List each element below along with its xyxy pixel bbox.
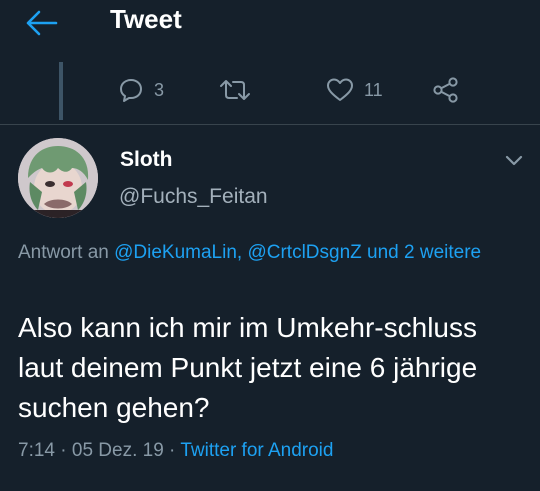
more-recipients-link[interactable]: und 2 weitere	[362, 242, 481, 263]
like-button[interactable]: 11	[326, 72, 383, 108]
like-count: 11	[364, 79, 383, 100]
tweet-menu-button[interactable]	[502, 150, 526, 170]
avatar-image	[18, 138, 98, 218]
mention-link[interactable]: @CrtclDsgnZ	[247, 242, 361, 263]
heart-icon	[327, 78, 353, 101]
tweet-meta: 7:14 · 05 Dez. 19 · Twitter for Android	[18, 440, 333, 462]
mention-separator: ,	[236, 242, 248, 263]
meta-separator: ·	[163, 440, 181, 461]
reply-context-prefix: Antwort an	[18, 242, 115, 263]
author-display-name[interactable]: Sloth	[120, 148, 173, 172]
author-handle[interactable]: @Fuchs_Feitan	[119, 185, 268, 209]
tweet-date: 05 Dez. 19	[71, 440, 164, 461]
arrow-left-icon	[26, 10, 58, 36]
reply-button[interactable]: 3	[118, 72, 164, 108]
meta-separator: ·	[54, 440, 72, 461]
share-button[interactable]	[432, 72, 460, 108]
reply-icon	[120, 79, 142, 102]
tweet-text: Also kann ich mir im Umkehr-schluss laut…	[18, 312, 478, 423]
retweet-button[interactable]	[218, 72, 262, 108]
previous-tweet-action-bar: 3 11	[0, 72, 540, 108]
tweet-source-link[interactable]: Twitter for Android	[180, 440, 333, 461]
share-icon	[433, 77, 458, 103]
mention-link[interactable]: @DieKumaLin	[114, 242, 237, 263]
top-bar: Tweet	[0, 0, 540, 44]
reply-count: 3	[154, 79, 165, 100]
back-button[interactable]	[24, 9, 60, 37]
page-title: Tweet	[110, 4, 182, 34]
divider	[0, 124, 540, 125]
retweet-icon	[220, 80, 250, 100]
avatar[interactable]	[18, 138, 98, 218]
tweet-time: 7:14	[18, 440, 55, 461]
reply-context: Antwort an @DieKumaLin, @CrtclDsgnZ und …	[18, 238, 518, 267]
chevron-down-icon	[505, 155, 523, 166]
